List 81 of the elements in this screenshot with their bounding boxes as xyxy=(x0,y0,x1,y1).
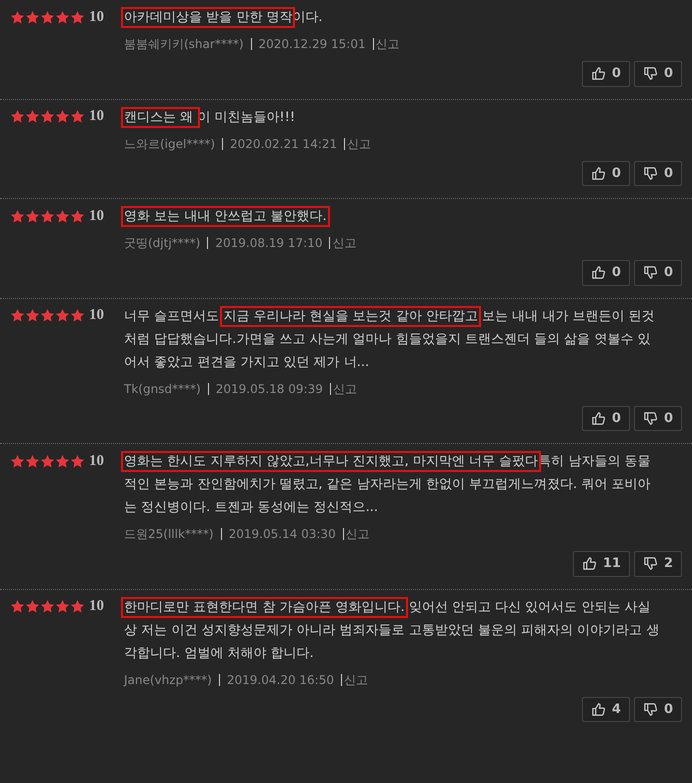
report-link[interactable]: 신고 xyxy=(344,138,372,150)
thumbs-up-icon xyxy=(590,265,606,280)
like-button[interactable]: 0 xyxy=(582,61,630,86)
thumbs-up-icon xyxy=(590,166,606,181)
dislike-button[interactable]: 0 xyxy=(634,696,682,722)
author-name: 드원25(lllk****) xyxy=(124,526,214,543)
star-icon xyxy=(25,109,40,124)
rating-score: 10 xyxy=(89,8,104,27)
rating-score: 10 xyxy=(89,206,104,226)
star-icon xyxy=(25,599,40,614)
author-name: Jane(vhzp****) xyxy=(124,672,212,688)
author-name: Tk(gnsd****) xyxy=(124,380,201,398)
thumbs-down-icon xyxy=(642,66,658,82)
like-button[interactable]: 0 xyxy=(582,160,630,186)
star-icon xyxy=(70,109,85,124)
star-icon xyxy=(25,10,40,24)
thumbs-up-icon xyxy=(590,410,606,426)
review-date: 2019.08.19 17:10 xyxy=(207,237,322,249)
report-link[interactable]: 신고 xyxy=(340,674,368,686)
rating-score: 10 xyxy=(89,306,104,326)
star-icon xyxy=(10,599,25,614)
thumbs-up-icon xyxy=(582,556,597,572)
like-button[interactable]: 11 xyxy=(572,551,630,576)
star-icon xyxy=(70,308,85,323)
review-date: 2019.04.20 16:50 xyxy=(218,674,334,686)
like-button[interactable]: 4 xyxy=(582,696,630,722)
star-icon xyxy=(10,109,25,124)
rating-score: 10 xyxy=(89,107,104,126)
thumbs-down-icon xyxy=(642,702,658,717)
dislike-button[interactable]: 0 xyxy=(634,260,682,286)
author-name: 굿띵(djtj****) xyxy=(124,235,200,252)
review-text: 너무 슬프면서도 지금 우리나라 현실을 보는것 같아 안타깝고 보는 내내 내가 브랜든이 된것 처럼 답답했습니다.가면을 쓰고 사는게 얼마나 힘들었을지 트랜스젠더 들의 삶을 엿볼수 있어서 좋았고 편견을 가지고 있던 제가 너... xyxy=(124,304,682,374)
star-icon xyxy=(55,10,70,24)
author-name: 느와르(igel****) xyxy=(124,136,216,152)
thumbs-down-icon xyxy=(642,166,658,181)
author-name: 붐붐쉐키키(shar****) xyxy=(124,36,244,53)
review-date: 2020.02.21 14:21 xyxy=(222,138,338,150)
star-icon xyxy=(55,109,70,124)
dislike-button[interactable]: 2 xyxy=(634,551,682,576)
star-icon xyxy=(10,454,25,468)
rating-score: 10 xyxy=(89,452,104,471)
thumbs-down-icon xyxy=(642,556,658,572)
dislike-button[interactable]: 0 xyxy=(634,406,682,431)
star-icon xyxy=(70,208,85,224)
like-button[interactable]: 0 xyxy=(582,260,630,286)
rating-score: 10 xyxy=(89,597,104,616)
thumbs-down-icon xyxy=(642,265,658,280)
review-text: 영화 보는 내내 안쓰럽고 불안했다. xyxy=(124,205,682,228)
star-icon xyxy=(40,109,55,124)
star-icon xyxy=(40,10,55,24)
star-icon xyxy=(25,308,40,323)
report-link[interactable]: 신고 xyxy=(329,237,356,249)
star-icon xyxy=(55,308,70,323)
star-icon xyxy=(55,599,70,614)
star-icon xyxy=(25,208,40,224)
star-icon xyxy=(70,599,85,614)
report-link[interactable]: 신고 xyxy=(372,38,400,50)
star-icon xyxy=(10,10,25,24)
star-icon xyxy=(10,208,25,224)
star-icon xyxy=(25,454,40,468)
dislike-button[interactable]: 0 xyxy=(634,160,682,186)
thumbs-up-icon xyxy=(590,702,606,717)
thumbs-down-icon xyxy=(642,410,658,426)
review-text: 한마디로만 표현한다면 참 가슴아픈 영화입니다. 잊어선 안되고 다신 있어서도 안되는 사실상 저는 이건 성지향성문제가 아니라 범죄자들로 고통받았던 불운의 피해자의 이야기라고 생각합니다. 엄벌에 처해야 합니다. xyxy=(124,596,682,664)
star-icon xyxy=(55,208,70,224)
star-icon xyxy=(70,10,85,24)
review-date: 2019.05.14 03:30 xyxy=(220,528,336,540)
review-date: 2020.12.29 15:01 xyxy=(250,38,366,50)
like-button[interactable]: 0 xyxy=(582,406,630,431)
star-icon xyxy=(10,308,25,323)
star-icon xyxy=(70,454,85,468)
thumbs-up-icon xyxy=(590,66,606,82)
star-icon xyxy=(55,454,70,468)
review-date: 2019.05.18 09:39 xyxy=(208,382,323,394)
report-link[interactable]: 신고 xyxy=(330,382,357,394)
report-link[interactable]: 신고 xyxy=(342,528,370,540)
dislike-button[interactable]: 0 xyxy=(634,61,682,86)
star-icon xyxy=(40,454,55,468)
star-icon xyxy=(40,208,55,224)
star-icon xyxy=(40,599,55,614)
star-icon xyxy=(40,308,55,323)
